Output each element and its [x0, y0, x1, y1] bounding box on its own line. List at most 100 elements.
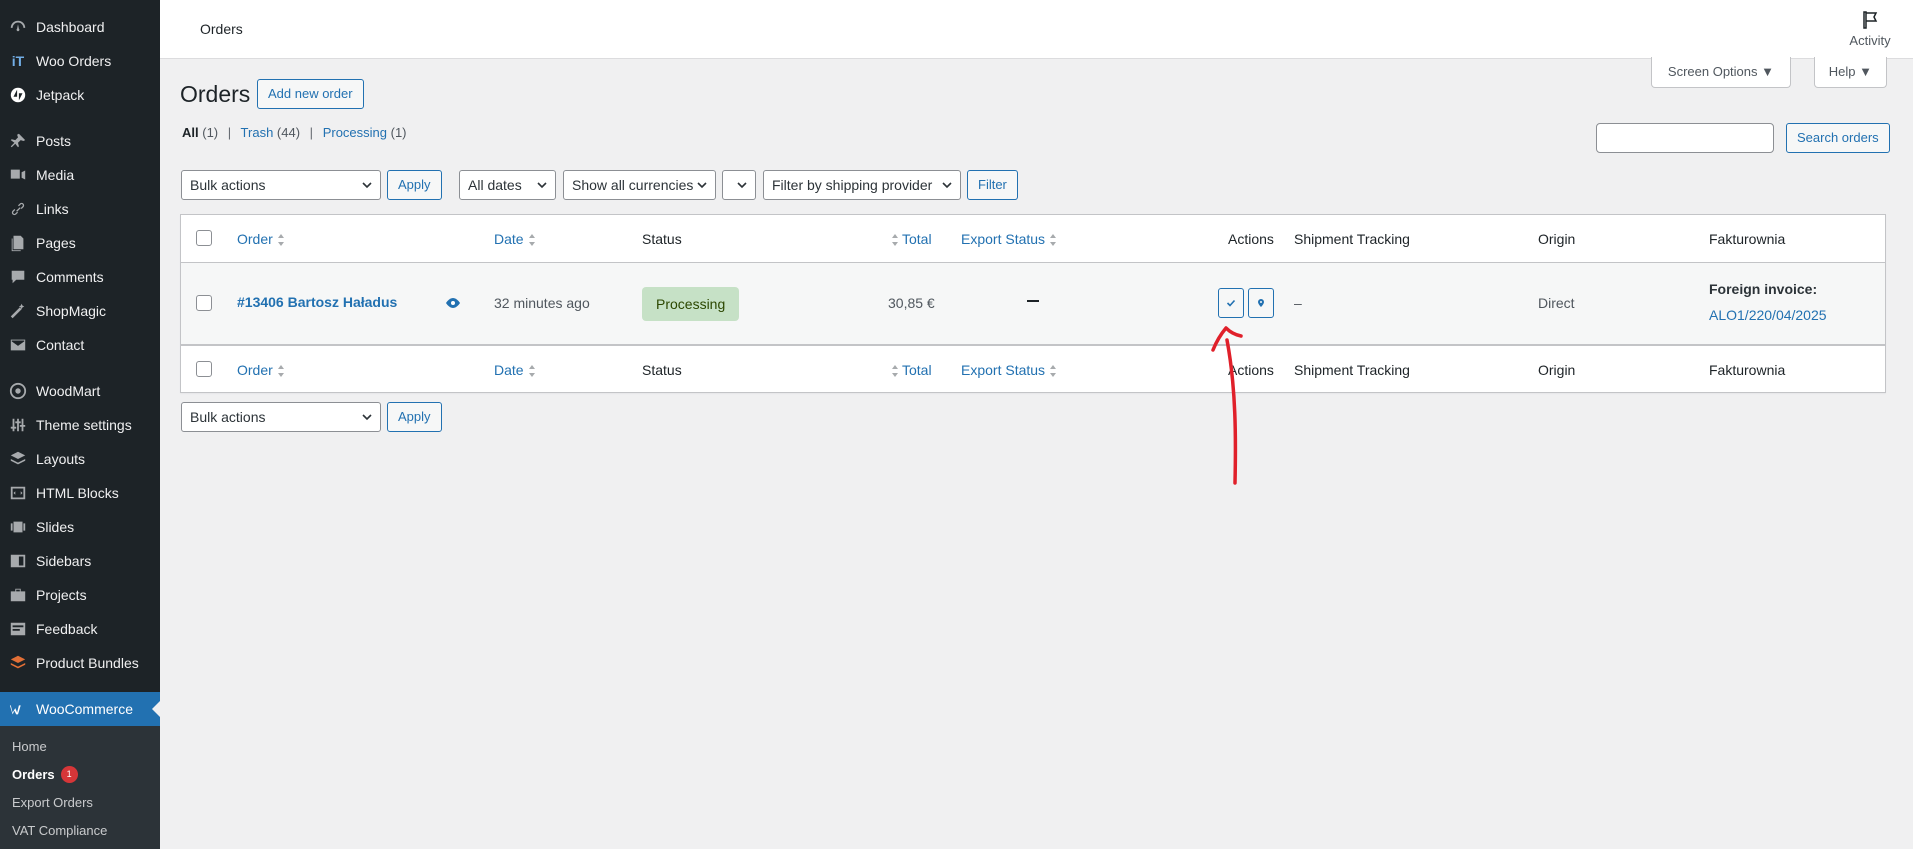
sidebar-item-label: WooCommerce	[36, 701, 133, 717]
media-icon	[8, 165, 28, 185]
sidebar-item-woo-orders[interactable]: iT Woo Orders	[0, 44, 160, 78]
apply-button-top[interactable]: Apply	[387, 170, 442, 200]
separator: |	[227, 125, 232, 140]
filter-button[interactable]: Filter	[967, 170, 1018, 200]
sidebar-item-theme-settings[interactable]: Theme settings	[0, 408, 160, 442]
select-value: Show all currencies	[572, 177, 694, 193]
bulk-actions-select-bottom[interactable]: Bulk actions	[181, 402, 381, 432]
invoice-number-link[interactable]: ALO1/220/04/2025	[1709, 307, 1827, 323]
sidebar-item-layouts[interactable]: Layouts	[0, 442, 160, 476]
submenu-item-export-orders[interactable]: Export Orders	[0, 788, 160, 816]
column-header-order[interactable]: Order	[237, 231, 285, 247]
select-value: Filter by shipping provider	[772, 177, 933, 193]
column-header-total[interactable]: Total	[891, 231, 932, 247]
eye-icon[interactable]	[445, 297, 461, 309]
help-button[interactable]: Help ▼	[1813, 57, 1887, 88]
view-all-link[interactable]: All	[182, 125, 199, 140]
sidebar-item-label: HTML Blocks	[36, 485, 119, 501]
screen-options-button[interactable]: Screen Options ▼	[1650, 57, 1791, 88]
currency-filter-select[interactable]: Show all currencies	[563, 170, 716, 200]
sidebar-item-label: Links	[36, 201, 69, 217]
sidebar-item-comments[interactable]: Comments	[0, 260, 160, 294]
top-header: Orders Activity	[160, 0, 1913, 59]
chevron-down-icon	[360, 403, 374, 431]
column-footer-actions: Actions	[1228, 362, 1274, 378]
sort-icon	[891, 364, 899, 378]
bulk-actions-select-top[interactable]: Bulk actions	[181, 170, 381, 200]
apply-button-bottom[interactable]: Apply	[387, 402, 442, 432]
column-footer-fakturownia: Fakturownia	[1709, 362, 1786, 378]
sidebar-item-woodmart[interactable]: WoodMart	[0, 374, 160, 408]
sidebar-item-contact[interactable]: Contact	[0, 328, 160, 362]
sidebar-item-slides[interactable]: Slides	[0, 510, 160, 544]
sidebar-item-label: Sidebars	[36, 553, 92, 569]
sidebar-item-shopmagic[interactable]: ShopMagic	[0, 294, 160, 328]
column-footer-order[interactable]: Order	[237, 362, 285, 378]
table-row[interactable]: #13406 Bartosz Haładus 32 minutes ago Pr…	[181, 263, 1885, 345]
layers-icon	[8, 449, 28, 469]
sidebar-item-html-blocks[interactable]: HTML Blocks	[0, 476, 160, 510]
sidebar-item-dashboard[interactable]: Dashboard	[0, 10, 160, 44]
sidebar-item-feedback[interactable]: Feedback	[0, 612, 160, 646]
briefcase-icon	[8, 585, 28, 605]
column-footer-export-status[interactable]: Export Status	[961, 362, 1057, 378]
column-header-date[interactable]: Date	[494, 231, 536, 247]
sidebar-item-posts[interactable]: Posts	[0, 124, 160, 158]
chevron-down-icon	[360, 171, 374, 199]
sort-icon	[528, 364, 536, 378]
view-processing-link[interactable]: Processing	[323, 125, 387, 140]
it-logo-icon: iT	[11, 53, 25, 69]
view-trash-count: (44)	[276, 125, 301, 140]
column-footer-date[interactable]: Date	[494, 362, 536, 378]
code-block-icon	[8, 483, 28, 503]
sidebar-item-media[interactable]: Media	[0, 158, 160, 192]
submenu-item-home[interactable]: Home	[0, 732, 160, 760]
complete-action-button[interactable]	[1218, 288, 1244, 318]
sidebar-item-pages[interactable]: Pages	[0, 226, 160, 260]
sidebar-item-label: Woo Orders	[36, 53, 112, 69]
empty-filter-select[interactable]	[722, 170, 756, 200]
row-checkbox[interactable]	[196, 295, 212, 311]
add-new-order-button[interactable]: Add new order	[257, 79, 364, 109]
submenu-item-orders[interactable]: Orders 1	[0, 760, 160, 788]
sidebar-item-product-bundles[interactable]: Product Bundles	[0, 646, 160, 680]
sidebar-item-label: Media	[36, 167, 75, 183]
sidebar-item-label: Slides	[36, 519, 75, 535]
sidebar-item-label: ShopMagic	[36, 303, 107, 319]
activity-button[interactable]: Activity	[1845, 10, 1895, 48]
submenu-item-vat-compliance[interactable]: VAT Compliance	[0, 816, 160, 844]
shipment-tracking-value: –	[1294, 295, 1302, 311]
order-link[interactable]: #13406 Bartosz Haładus	[237, 294, 397, 310]
search-orders-button[interactable]: Search orders	[1786, 123, 1890, 153]
sidebar-item-label: Contact	[36, 337, 85, 353]
shipping-provider-filter-select[interactable]: Filter by shipping provider	[763, 170, 961, 200]
bundles-icon	[8, 653, 28, 673]
sidebar-item-sidebars[interactable]: Sidebars	[0, 544, 160, 578]
sort-icon	[528, 233, 536, 247]
tracking-action-button[interactable]	[1248, 288, 1274, 318]
activity-label: Activity	[1849, 33, 1891, 48]
column-header-export-status[interactable]: Export Status	[961, 231, 1057, 247]
view-trash-link[interactable]: Trash	[241, 125, 274, 140]
view-processing-count: (1)	[390, 125, 407, 140]
select-all-checkbox[interactable]	[196, 230, 212, 246]
column-footer-total[interactable]: Total	[891, 362, 932, 378]
jetpack-icon	[8, 85, 28, 105]
select-all-checkbox-footer[interactable]	[196, 361, 212, 377]
sort-icon	[1049, 364, 1057, 378]
sidebar-item-jetpack[interactable]: Jetpack	[0, 78, 160, 112]
sidebar-item-label: Comments	[36, 269, 104, 285]
order-date: 32 minutes ago	[494, 295, 590, 311]
search-orders-input[interactable]	[1596, 123, 1774, 153]
sidebar-item-projects[interactable]: Projects	[0, 578, 160, 612]
dates-filter-select[interactable]: All dates	[459, 170, 556, 200]
sidebar-item-label: Dashboard	[36, 19, 105, 35]
admin-sidebar: Dashboard iT Woo Orders Jetpack Posts Me…	[0, 0, 160, 849]
order-status-views: All (1) | Trash (44) | Processing (1)	[182, 125, 407, 140]
separator: |	[309, 125, 314, 140]
view-all-count: (1)	[202, 125, 219, 140]
sidebar-item-woocommerce[interactable]: WooCommerce	[0, 692, 160, 726]
sidebar-item-links[interactable]: Links	[0, 192, 160, 226]
column-footer-status: Status	[642, 362, 682, 378]
invoice-label: Foreign invoice:	[1709, 281, 1818, 297]
